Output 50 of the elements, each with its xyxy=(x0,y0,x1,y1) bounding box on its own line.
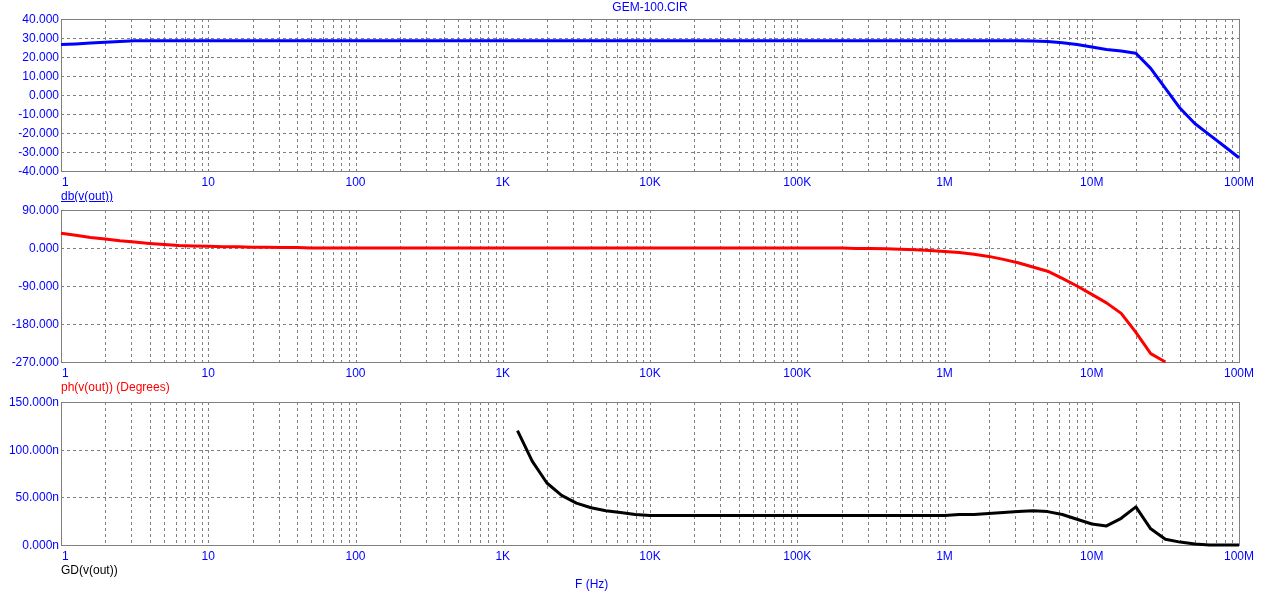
axis-tick-label: 1M xyxy=(936,366,953,380)
axis-tick-label: 10M xyxy=(1080,549,1104,563)
axis-tick-label: -20.000 xyxy=(18,126,59,140)
axis-tick-label: 1K xyxy=(495,549,511,563)
axis-tick-label: 20.000 xyxy=(22,50,59,64)
axis-tick-label: 100K xyxy=(783,549,812,563)
axis-tick-label: 100 xyxy=(345,366,366,380)
axis-tick-label: 100M xyxy=(1224,366,1254,380)
axis-tick-label: 30.000 xyxy=(22,31,59,45)
axis-tick-label: 10 xyxy=(201,175,215,189)
axis-tick-label: 0.000 xyxy=(28,241,59,255)
trace-label[interactable]: GD(v(out)) xyxy=(61,563,118,577)
axis-tick-label: -270.000 xyxy=(11,355,59,369)
axis-tick-label: -180.000 xyxy=(11,317,59,331)
axis-tick-label: 90.000 xyxy=(22,203,59,217)
axis-tick-label: 10M xyxy=(1080,175,1104,189)
axis-tick-label: 100 xyxy=(345,549,366,563)
axis-tick-label: -90.000 xyxy=(18,279,59,293)
axis-tick-label: 100.000n xyxy=(8,442,59,457)
axis-tick-label: 100K xyxy=(783,175,812,189)
axis-tick-label: -30.000 xyxy=(18,145,59,159)
axis-tick-label: 150.000n xyxy=(8,395,59,409)
chart-title: GEM-100.CIR xyxy=(611,0,689,14)
axis-tick-label: 1 xyxy=(62,366,69,380)
axis-title: F (Hz) xyxy=(575,577,609,591)
axis-tick-label: 10.000 xyxy=(22,69,59,83)
axis-tick-label: 100M xyxy=(1224,549,1254,563)
axis-tick-label: 0.000 xyxy=(28,88,59,102)
axis-tick-label: 1M xyxy=(936,549,953,563)
axis-tick-label: 40.000 xyxy=(22,14,59,26)
axis-tick-label: 100K xyxy=(783,366,812,380)
axis-tick-label: 1 xyxy=(62,549,69,563)
axis-tick-label: 10M xyxy=(1080,366,1104,380)
axis-tick-label: 10K xyxy=(639,549,661,563)
axis-tick-label: 10K xyxy=(639,366,661,380)
axis-tick-label: -10.000 xyxy=(18,107,59,121)
axis-tick-label: 1K xyxy=(495,175,511,189)
axis-tick-label: 10K xyxy=(639,175,661,189)
axis-tick-label: 1K xyxy=(495,366,511,380)
axis-tick-label: 100 xyxy=(345,175,366,189)
axis-tick-label: 0.000n xyxy=(22,538,59,552)
trace-label[interactable]: db(v(out)) xyxy=(61,189,113,202)
axis-tick-label: 10 xyxy=(201,549,215,563)
axis-tick-label: 1M xyxy=(936,175,953,189)
axis-tick-label: 1 xyxy=(62,175,69,189)
axis-tick-label: -40.000 xyxy=(18,164,59,178)
axis-tick-label: 50.000n xyxy=(15,490,59,505)
axis-tick-label: 100M xyxy=(1224,175,1254,189)
axis-tick-label: 10 xyxy=(201,366,215,380)
trace-label[interactable]: ph(v(out)) (Degrees) xyxy=(61,380,170,394)
